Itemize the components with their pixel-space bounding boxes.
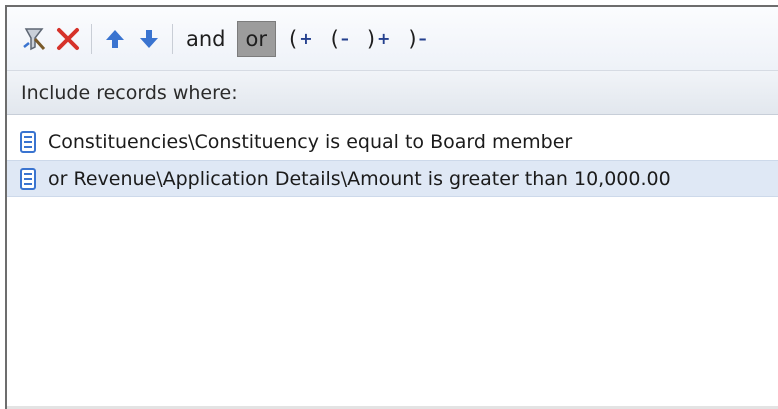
move-up-icon: [106, 29, 124, 48]
toolbar-separator: [91, 23, 92, 54]
criteria-row[interactable]: Constituencies\Constituency is equal to …: [7, 123, 778, 160]
delete-icon: [57, 27, 79, 50]
criteria-header: Include records where:: [7, 71, 778, 115]
paren-label: ): [366, 26, 378, 51]
delete-button[interactable]: [51, 21, 85, 57]
paren-label: (: [330, 26, 341, 51]
or-button[interactable]: or: [236, 20, 276, 57]
move-down-icon: [140, 29, 158, 48]
remove-close-parenthesis-button[interactable]: ) –: [399, 21, 435, 57]
query-criteria-panel: and or (+ (– ) + ) – Include records where…: [5, 5, 778, 409]
add-close-parenthesis-button[interactable]: ) +: [358, 21, 400, 57]
paren-label: ): [408, 26, 419, 51]
add-open-parenthesis-button[interactable]: (+: [280, 21, 322, 57]
criteria-text: Constituencies\Constituency is equal to …: [48, 130, 573, 153]
and-button[interactable]: and: [179, 21, 233, 57]
criteria-row[interactable]: or Revenue\Application Details\Amount is…: [7, 160, 778, 197]
toolbar-separator: [172, 23, 173, 54]
move-up-button[interactable]: [98, 21, 132, 57]
filter-wizard-button[interactable]: [17, 21, 51, 57]
paren-label: (: [289, 26, 300, 51]
field-icon: [20, 167, 36, 190]
move-down-button[interactable]: [132, 21, 166, 57]
criteria-text: or Revenue\Application Details\Amount is…: [48, 167, 671, 190]
filter-wizard-icon: [23, 27, 46, 50]
criteria-toolbar: and or (+ (– ) + ) –: [7, 7, 778, 71]
minus-sign: –: [418, 29, 427, 48]
minus-sign: –: [340, 29, 349, 48]
field-icon: [20, 130, 36, 153]
remove-open-parenthesis-button[interactable]: (–: [322, 21, 358, 57]
criteria-list: Constituencies\Constituency is equal to …: [7, 115, 778, 197]
plus-sign: +: [299, 29, 313, 48]
plus-sign: +: [377, 29, 391, 48]
